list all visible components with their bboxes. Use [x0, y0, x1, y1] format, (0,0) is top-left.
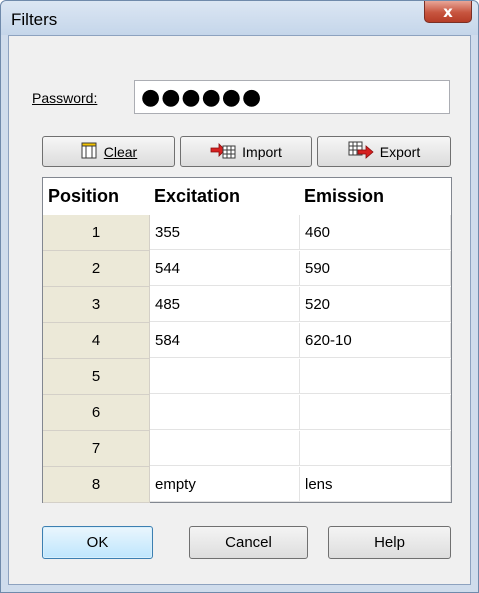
filters-table: Position Excitation Emission 1 355 460 2… — [42, 177, 452, 503]
cancel-button[interactable]: Cancel — [189, 526, 308, 559]
table-row: 8 empty lens — [43, 467, 451, 503]
position-cell: 7 — [43, 431, 150, 467]
header-emission[interactable]: Emission — [304, 178, 444, 215]
excitation-cell[interactable]: 355 — [150, 215, 300, 250]
emission-cell[interactable] — [300, 395, 451, 430]
table-row: 2 544 590 — [43, 251, 451, 287]
position-cell: 8 — [43, 467, 150, 503]
excitation-cell[interactable]: empty — [150, 467, 300, 502]
position-cell: 6 — [43, 395, 150, 431]
clear-label: Clear — [103, 143, 138, 160]
export-button[interactable]: Export — [317, 136, 451, 167]
emission-cell[interactable]: 620-10 — [300, 323, 451, 358]
excitation-cell[interactable] — [150, 359, 300, 394]
title-bar[interactable]: Filters x — [1, 1, 478, 35]
password-value: ●●●●●● — [141, 84, 263, 110]
emission-cell[interactable] — [300, 359, 451, 394]
emission-cell[interactable]: 520 — [300, 287, 451, 322]
clear-button[interactable]: Clear — [42, 136, 175, 167]
help-button[interactable]: Help — [328, 526, 451, 559]
excitation-cell[interactable]: 485 — [150, 287, 300, 322]
excitation-cell[interactable] — [150, 431, 300, 466]
close-button[interactable]: x — [424, 1, 472, 23]
import-icon — [210, 141, 236, 162]
import-button[interactable]: Import — [180, 136, 312, 167]
emission-cell[interactable]: lens — [300, 467, 451, 502]
clear-icon — [80, 141, 98, 162]
position-cell: 3 — [43, 287, 150, 323]
excitation-cell[interactable]: 544 — [150, 251, 300, 286]
table-row: 7 — [43, 431, 451, 467]
excitation-cell[interactable] — [150, 395, 300, 430]
position-cell: 4 — [43, 323, 150, 359]
header-position[interactable]: Position — [48, 178, 148, 215]
ok-button[interactable]: OK — [42, 526, 153, 559]
emission-cell[interactable]: 590 — [300, 251, 451, 286]
table-row: 1 355 460 — [43, 215, 451, 251]
export-label: Export — [379, 143, 421, 160]
emission-cell[interactable] — [300, 431, 451, 466]
password-label: Password: — [32, 90, 97, 106]
emission-cell[interactable]: 460 — [300, 215, 451, 250]
position-cell: 5 — [43, 359, 150, 395]
window-title: Filters — [11, 10, 58, 29]
table-row: 6 — [43, 395, 451, 431]
close-icon: x — [443, 2, 453, 21]
excitation-cell[interactable]: 584 — [150, 323, 300, 358]
header-excitation[interactable]: Excitation — [154, 178, 294, 215]
table-row: 4 584 620-10 — [43, 323, 451, 359]
table-row: 3 485 520 — [43, 287, 451, 323]
table-row: 5 — [43, 359, 451, 395]
import-label: Import — [242, 143, 282, 160]
position-cell: 2 — [43, 251, 150, 287]
password-field[interactable]: ●●●●●● — [134, 80, 450, 114]
export-icon — [348, 141, 374, 162]
password-label-text: Password: — [32, 90, 98, 106]
position-cell: 1 — [43, 215, 150, 251]
